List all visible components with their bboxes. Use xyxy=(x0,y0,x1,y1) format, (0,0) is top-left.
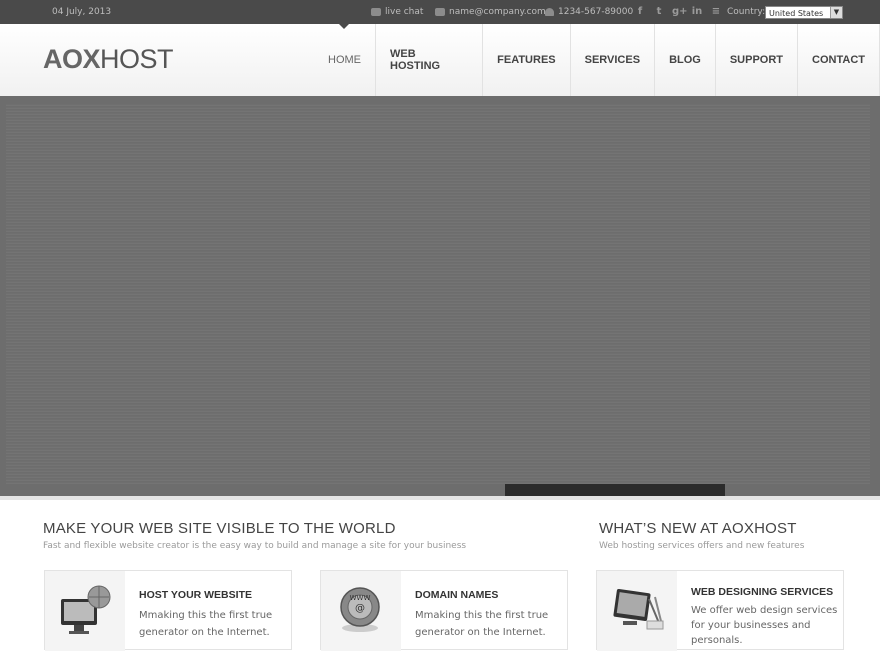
feature-card-domains[interactable]: WWW @ DOMAIN NAMES Mmaking this the firs… xyxy=(320,570,568,651)
news-section-subtitle: Web hosting services offers and new feat… xyxy=(599,541,805,551)
headset-icon xyxy=(545,8,554,16)
feature-card-hosting[interactable]: HOST YOUR WEBSITE Mmaking this the first… xyxy=(44,570,292,651)
news-card-web-design[interactable]: WEB DESIGNING SERVICES We offer web desi… xyxy=(596,570,844,651)
svg-text:@: @ xyxy=(355,603,365,614)
hero-image xyxy=(6,104,870,484)
country-select[interactable]: United States ▼ xyxy=(765,6,843,19)
card-title: HOST YOUR WEBSITE xyxy=(139,589,252,601)
card-text: Mmaking this the first true generator on… xyxy=(415,610,549,638)
facebook-icon[interactable]: f xyxy=(634,5,646,18)
hero-divider xyxy=(0,496,880,500)
top-bar: 04 July, 2013 live chat name@company.com… xyxy=(0,0,880,24)
nav-features[interactable]: FEATURES xyxy=(483,24,571,96)
logo-bold-text: AOX xyxy=(43,44,101,74)
main-section-title: MAKE YOUR WEB SITE VISIBLE TO THE WORLD xyxy=(43,520,396,537)
email-link[interactable]: name@company.com xyxy=(435,7,546,17)
card-text: Mmaking this the first true generator on… xyxy=(139,610,273,638)
card-icon-box: WWW @ xyxy=(321,571,401,651)
design-monitor-icon xyxy=(613,589,664,630)
card-icon-box xyxy=(45,571,125,651)
hero-image-detail xyxy=(505,484,725,496)
envelope-icon xyxy=(435,8,445,16)
card-icon-box xyxy=(597,571,677,651)
chevron-down-icon: ▼ xyxy=(830,7,842,18)
googleplus-icon[interactable]: g+ xyxy=(672,5,688,18)
nav-web-hosting[interactable]: WEB HOSTING xyxy=(376,24,484,96)
live-chat-link[interactable]: live chat xyxy=(371,7,423,17)
card-title: DOMAIN NAMES xyxy=(415,589,499,601)
card-text: We offer web design services for your bu… xyxy=(691,605,838,646)
monitor-globe-icon xyxy=(61,585,111,634)
country-label: Country: xyxy=(727,7,766,17)
chat-bubble-icon xyxy=(371,8,381,16)
main-nav: HOME WEB HOSTING FEATURES SERVICES BLOG … xyxy=(314,24,880,96)
hero-banner xyxy=(0,96,880,500)
nav-contact[interactable]: CONTACT xyxy=(798,24,880,96)
live-chat-label: live chat xyxy=(385,7,424,17)
main-section-subtitle: Fast and flexible website creator is the… xyxy=(43,541,467,551)
phone-info: 1234-567-89000 xyxy=(545,7,633,17)
nav-services[interactable]: SERVICES xyxy=(571,24,656,96)
current-date: 04 July, 2013 xyxy=(52,7,112,17)
twitter-icon[interactable]: t xyxy=(653,5,665,18)
linkedin-icon[interactable]: in xyxy=(691,5,703,18)
rss-icon[interactable]: ≡ xyxy=(710,5,722,18)
country-selected-value: United States xyxy=(769,9,824,18)
phone-label: 1234-567-89000 xyxy=(558,7,634,17)
www-globe-icon: WWW @ xyxy=(340,587,380,632)
email-label: name@company.com xyxy=(449,7,546,17)
nav-support[interactable]: SUPPORT xyxy=(716,24,799,96)
news-section-title: WHAT’S NEW AT AOXHOST xyxy=(599,520,797,537)
logo-light-text: HOST xyxy=(100,44,174,74)
nav-home[interactable]: HOME xyxy=(314,24,376,96)
nav-blog[interactable]: BLOG xyxy=(655,24,716,96)
svg-text:WWW: WWW xyxy=(350,594,371,602)
site-logo[interactable]: AOXHOST xyxy=(43,44,174,75)
social-links: f t g+ in ≡ xyxy=(634,5,722,18)
card-title: WEB DESIGNING SERVICES xyxy=(691,586,834,598)
